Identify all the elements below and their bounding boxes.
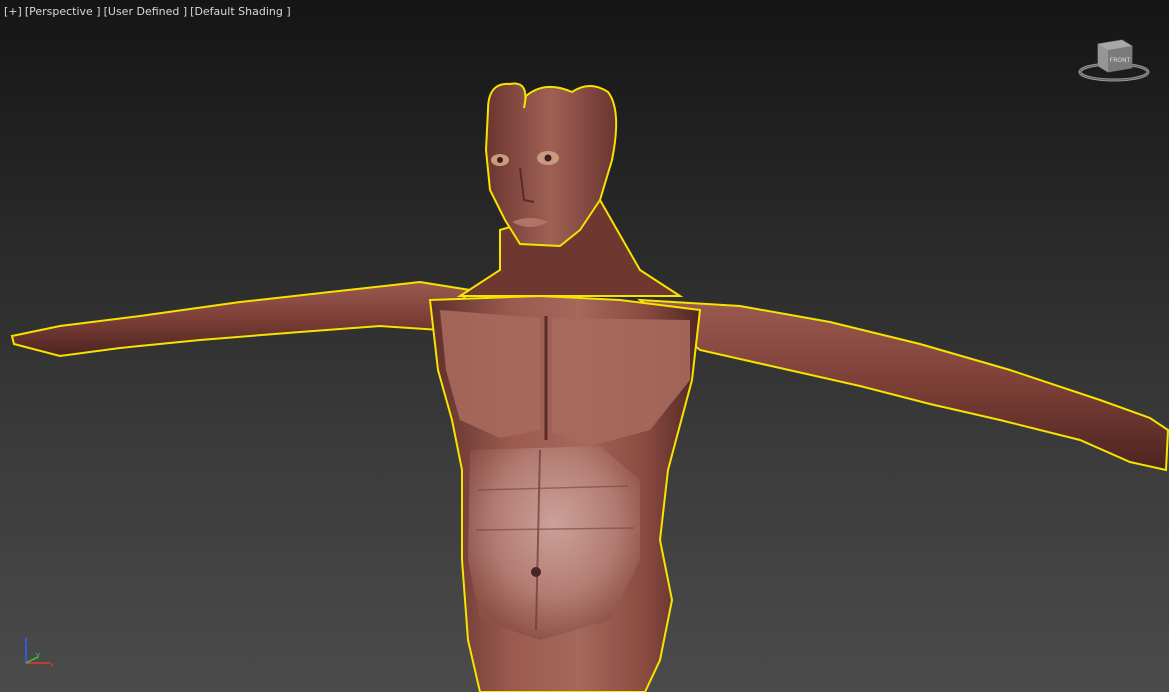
axis-x-label: x [50, 661, 54, 669]
axis-tripod-icon: z y x [18, 633, 58, 673]
left-arm-mesh [10, 280, 472, 358]
3d-viewport[interactable]: [+] [Perspective ] [User Defined ] [Default… [0, 0, 1169, 692]
muscle-figure-model[interactable] [0, 0, 1169, 692]
right-arm-mesh [637, 298, 1169, 472]
muscle-figure-render [10, 82, 1169, 692]
viewcube-face-label: FRONT [1110, 57, 1131, 64]
axis-y-label: y [36, 651, 40, 659]
viewcube-icon[interactable]: FRONT [1076, 34, 1154, 88]
axis-z-label: z [24, 635, 28, 643]
